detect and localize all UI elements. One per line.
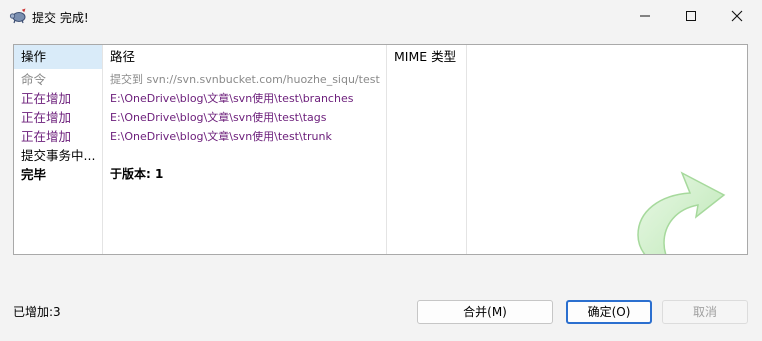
action-cell: 正在增加 [21,110,72,125]
minimize-button[interactable] [622,0,668,32]
action-cell: 正在增加 [21,129,72,144]
ok-button[interactable]: 确定(O) [566,300,652,324]
window-title: 提交 完成! [32,11,89,25]
maximize-icon [686,11,696,21]
path-cell: 提交到 svn://svn.svnbucket.com/huozhe_siqu/… [110,73,380,86]
path-cell: E:\OneDrive\blog\文章\svn使用\test\trunk [110,130,332,143]
list-item[interactable]: 正在增加 E:\OneDrive\blog\文章\svn使用\test\tags [14,108,747,127]
action-cell: 提交事务中... [21,148,96,163]
action-cell: 完毕 [21,167,47,182]
list-item[interactable]: 正在增加 E:\OneDrive\blog\文章\svn使用\test\bran… [14,89,747,108]
column-header-mime[interactable]: MIME 类型 [387,45,466,69]
column-header-action[interactable]: 操作 [14,45,102,69]
path-cell [110,146,390,165]
list-item[interactable]: 正在增加 E:\OneDrive\blog\文章\svn使用\test\trun… [14,127,747,146]
action-cell: 命令 [21,72,47,87]
status-text: 已增加:3 [13,305,61,319]
column-header-path[interactable]: 路径 [103,45,386,69]
list-item[interactable]: 提交事务中... [14,146,747,165]
tortoise-svn-icon [9,8,26,24]
minimize-icon [640,15,650,17]
commit-log-list[interactable]: 操作 路径 MIME 类型 命令 提交到 svn://svn.svnbucket… [13,44,748,255]
close-button[interactable] [714,0,760,32]
path-cell: 于版本: 1 [110,167,164,181]
close-icon [731,10,743,22]
list-item[interactable]: 命令 提交到 svn://svn.svnbucket.com/huozhe_si… [14,70,747,89]
path-cell: E:\OneDrive\blog\文章\svn使用\test\branches [110,92,354,105]
action-cell: 正在增加 [21,91,72,106]
title-bar: 提交 完成! [0,0,762,32]
path-cell: E:\OneDrive\blog\文章\svn使用\test\tags [110,111,327,124]
cancel-button[interactable]: 取消 [662,300,748,324]
maximize-button[interactable] [668,0,714,32]
green-curved-arrow-icon [637,171,726,254]
merge-button[interactable]: 合并(M) [417,300,553,324]
